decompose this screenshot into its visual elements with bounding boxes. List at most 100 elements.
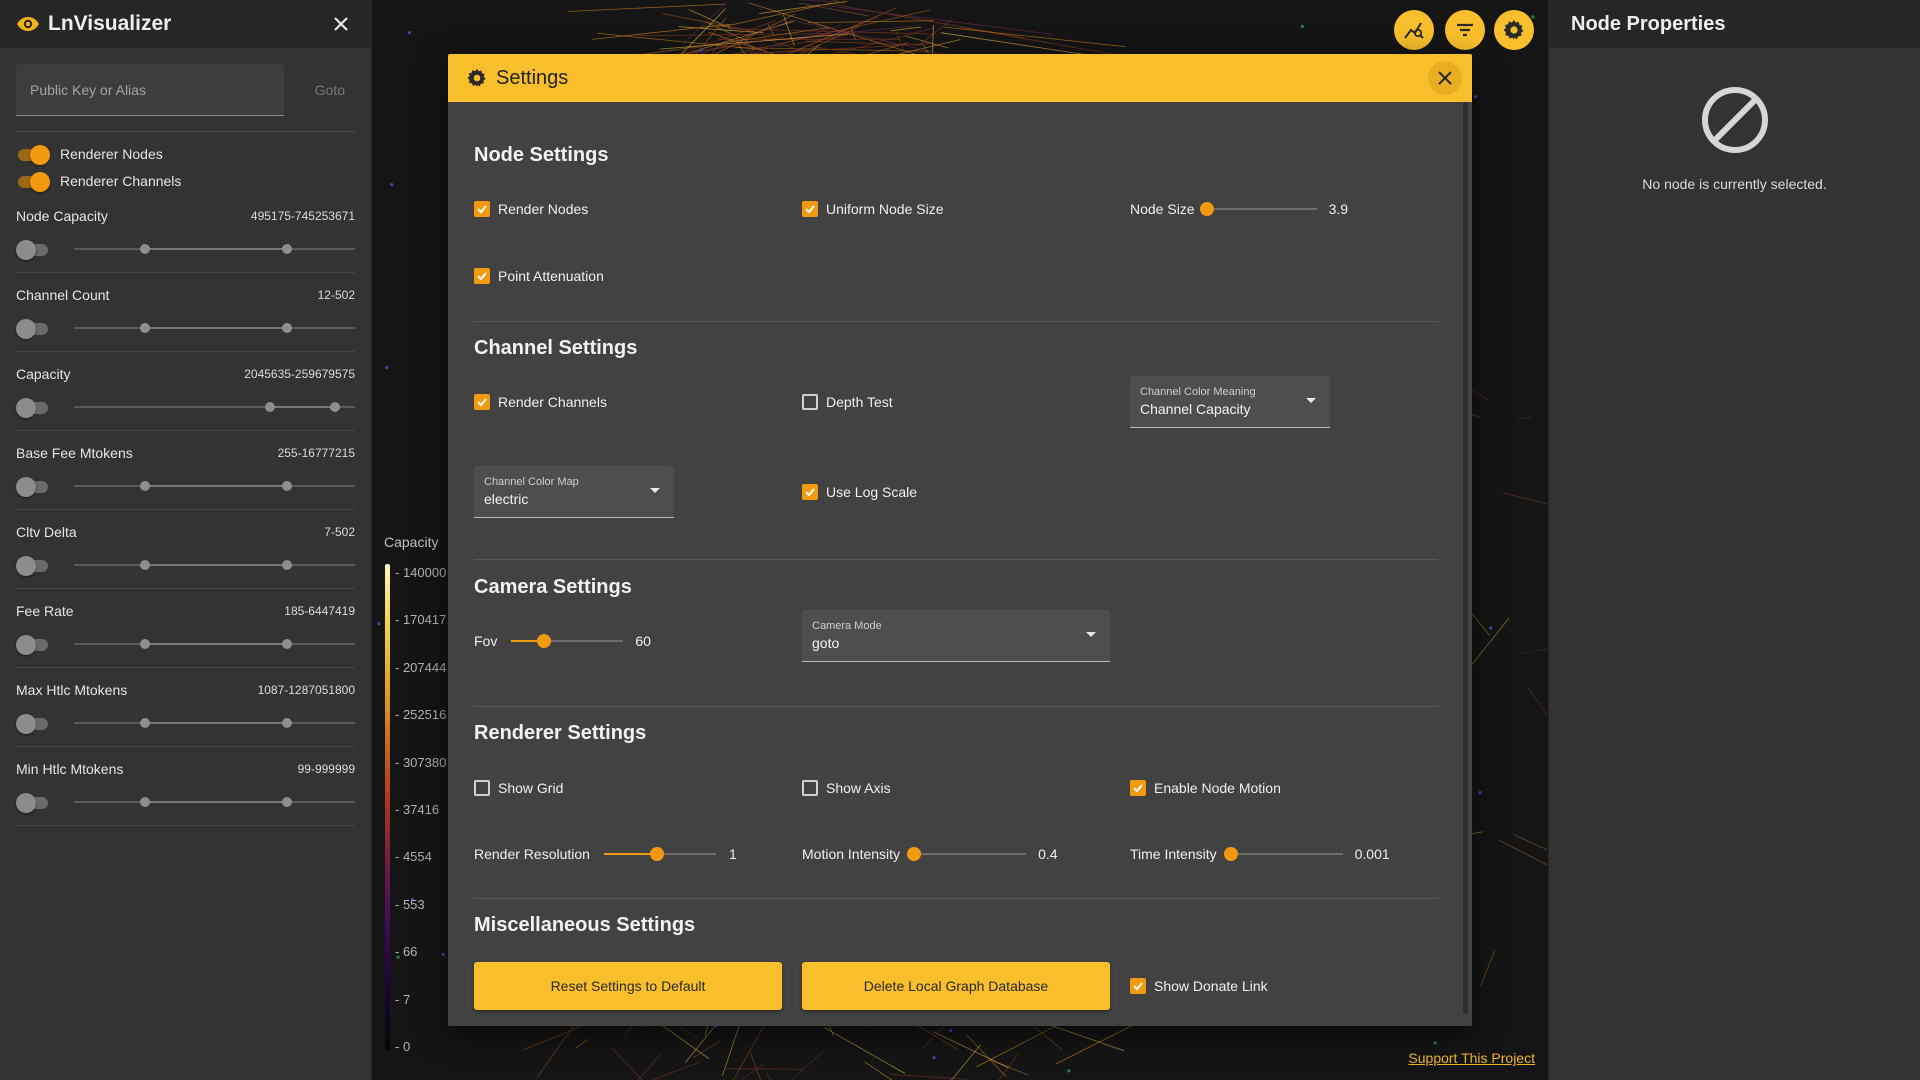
fov-slider[interactable] [511,631,624,651]
reset-settings-button[interactable]: Reset Settings to Default [474,962,782,1010]
range-high-knob[interactable] [281,718,292,728]
filter-header: Max Htlc Mtokens 1087-1287051800 [16,668,355,698]
graph-edge [1502,492,1547,505]
filter-enable-switch[interactable] [16,555,50,576]
filter-item: Node Capacity 495175-745253671 [16,194,355,273]
range-low-knob[interactable] [139,481,150,491]
filter-range-slider[interactable] [73,399,355,415]
uniform-node-size-checkbox[interactable]: Uniform Node Size [802,198,944,220]
filter-header: Fee Rate 185-6447419 [16,589,355,619]
graph-edge [733,1019,768,1080]
render-nodes-checkbox[interactable]: Render Nodes [474,198,588,220]
filter-enable-switch[interactable] [16,318,50,339]
filter-range-slider[interactable] [73,478,355,494]
range-high-knob[interactable] [281,323,292,333]
channel-color-meaning-select[interactable]: Channel Color Meaning Channel Capacity [1130,376,1330,428]
graph-edge [536,1025,575,1079]
settings-button[interactable] [1494,10,1534,50]
filter-enable-switch[interactable] [16,476,50,497]
range-high-knob[interactable] [281,797,292,807]
range-low-knob[interactable] [264,402,275,412]
filter-range-slider[interactable] [73,241,355,257]
graph-node [1067,1069,1071,1073]
use-log-scale-checkbox[interactable]: Use Log Scale [802,481,917,503]
legend-tick-label: - 252516 [395,707,447,723]
filter-name: Max Htlc Mtokens [16,682,128,698]
graph-node [407,31,412,35]
filter-item: Min Htlc Mtokens 99-999999 [16,747,355,826]
range-low-knob[interactable] [139,718,150,728]
enable-node-motion-checkbox[interactable]: Enable Node Motion [1130,777,1281,799]
search-input[interactable] [30,81,284,98]
range-low-knob[interactable] [139,244,150,254]
legend-color-bar [385,564,390,1050]
graph-edge [567,3,725,12]
properties-empty-state: No node is currently selected. [1549,84,1920,192]
graph-edge [724,1068,804,1070]
render-channels-switch[interactable] [16,171,50,192]
range-high-knob[interactable] [281,244,292,254]
show-donate-link-checkbox[interactable]: Show Donate Link [1130,975,1268,997]
node-size-slider[interactable] [1199,199,1317,219]
filter-enable-switch[interactable] [16,397,50,418]
show-grid-label: Show Grid [498,780,564,796]
uniform-node-size-label: Uniform Node Size [826,201,944,217]
motion-intensity-slider[interactable] [907,844,1027,864]
range-low-knob[interactable] [139,560,150,570]
show-grid-checkbox[interactable]: Show Grid [474,777,563,799]
close-icon [1438,71,1452,85]
checkmark-icon [1133,982,1143,991]
legend-tick-label: - 207444 [395,659,447,675]
range-low-knob[interactable] [139,639,150,649]
filter-range-slider[interactable] [73,715,355,731]
filter-range-slider[interactable] [73,794,355,810]
filter-range-slider[interactable] [73,320,355,336]
checkmark-icon [477,272,487,281]
time-intensity-value: 0.001 [1354,846,1390,862]
node-size-label: Node Size [1130,201,1195,217]
render-channels-checkbox[interactable]: Render Channels [474,391,607,413]
filter-range: 2045635-259679575 [244,367,355,381]
time-intensity-slider[interactable] [1223,844,1343,864]
range-high-knob[interactable] [281,639,292,649]
delete-graph-database-button[interactable]: Delete Local Graph Database [802,962,1110,1010]
node-size-slider-row: Node Size 3.9 [1130,198,1348,220]
filter-enable-switch[interactable] [16,239,50,260]
render-nodes-switch[interactable] [16,144,50,165]
close-icon [334,17,348,31]
render-resolution-slider[interactable] [603,844,716,864]
show-axis-checkbox[interactable]: Show Axis [802,777,891,799]
checkbox-box [474,268,490,284]
legend-tick-label: - 307380 [395,754,447,770]
settings-close-button[interactable] [1428,61,1462,95]
sidebar-close-button[interactable] [327,10,355,38]
range-low-knob[interactable] [139,323,150,333]
graph-search-button[interactable] [1394,10,1434,50]
graph-node [1473,95,1478,99]
filter-enable-switch[interactable] [16,713,50,734]
range-high-knob[interactable] [329,402,340,412]
filter-enable-switch[interactable] [16,634,50,655]
channel-color-map-select[interactable]: Channel Color Map electric [474,466,674,518]
settings-scrollbar[interactable] [1463,102,1468,1014]
support-project-link[interactable]: Support This Project [1408,1050,1535,1066]
range-high-knob[interactable] [281,560,292,570]
depth-test-checkbox[interactable]: Depth Test [802,391,893,413]
fov-label: Fov [474,633,498,649]
filter-range-slider[interactable] [73,636,355,652]
checkbox-box [474,780,490,796]
range-low-knob[interactable] [139,797,150,807]
settings-title: Settings [496,66,569,89]
filter-range-slider[interactable] [73,557,355,573]
graph-edge [651,1062,699,1080]
filter-name: Node Capacity [16,208,108,224]
filter-button[interactable] [1445,10,1485,50]
filter-sidebar: LnVisualizer Goto Renderer Nodes Rendere… [0,0,372,1080]
filter-enable-switch[interactable] [16,792,50,813]
camera-mode-select[interactable]: Camera Mode goto [802,610,1110,662]
point-attenuation-checkbox[interactable]: Point Attenuation [474,265,604,287]
graph-edge [920,19,952,45]
range-high-knob[interactable] [281,481,292,491]
use-log-scale-label: Use Log Scale [826,484,918,500]
goto-button[interactable]: Goto [305,82,355,98]
